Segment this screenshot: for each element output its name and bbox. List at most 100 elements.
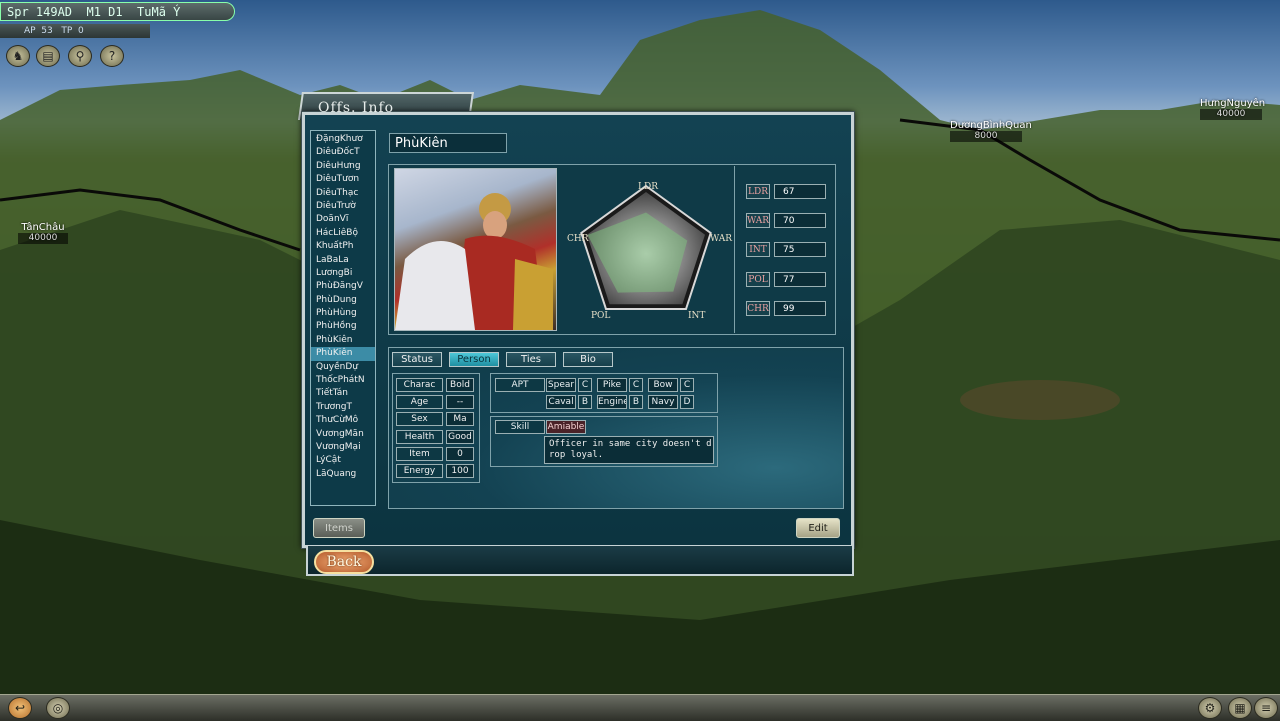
officer-list-item[interactable]: ThốcPhátN (311, 374, 375, 387)
officer-list-item[interactable]: PhùHùng (311, 307, 375, 320)
region-name: HưngNguyên (1200, 98, 1266, 109)
stat-value: 75 (774, 242, 826, 257)
stat-key: WAR (746, 213, 770, 228)
officer-list[interactable]: ĐặngKhươ DiêuĐốcT DiêuHưng DiêuTươn DiêuThạc… (310, 130, 376, 506)
officer-list-item[interactable]: DiêuThạc (311, 187, 375, 200)
pentagon-label-chr: CHR (567, 234, 589, 244)
apt-weapon-spear: Spear (546, 378, 576, 392)
stat-value: 77 (774, 272, 826, 287)
attr-value-charac: Bold (446, 378, 474, 392)
officer-list-item[interactable]: DiêuHưng (311, 160, 375, 173)
officer-list-item[interactable]: LãQuang (311, 468, 375, 481)
officer-list-item[interactable]: PhùKiên (311, 347, 375, 361)
region-name: DươngBìnhQuan (950, 120, 1032, 131)
region-label-hungnguyen[interactable]: HưngNguyên 40000 (1200, 98, 1266, 120)
officer-list-item[interactable]: PhùKiên (311, 334, 375, 347)
region-label-tanchau[interactable]: TânChâu 40000 (18, 222, 68, 244)
apt-grade-pike: C (629, 378, 643, 392)
officer-list-item[interactable]: DiêuTrườ (311, 200, 375, 213)
officer-list-item[interactable]: ThưCừMô (311, 414, 375, 427)
attr-value-item: 0 (446, 447, 474, 461)
attr-key-item: Item (396, 447, 443, 461)
pentagon-label-ldr: LDR (638, 182, 658, 192)
officer-portrait (394, 168, 557, 331)
stat-value: 99 (774, 301, 826, 316)
officer-list-item[interactable]: LýCật (311, 454, 375, 467)
officer-list-item[interactable]: PhùHồng (311, 320, 375, 333)
attr-value-sex: Ma (446, 412, 474, 426)
region-value: 40000 (18, 233, 68, 244)
region-label-duongbinhquan[interactable]: DươngBìnhQuan 8000 (950, 120, 1032, 142)
help-icon[interactable]: ? (100, 45, 124, 67)
officer-list-item[interactable]: TiếtTán (311, 387, 375, 400)
minimap-icon[interactable]: ◎ (46, 697, 70, 719)
divider (734, 166, 735, 333)
officer-list-item[interactable]: KhuấtPh (311, 240, 375, 253)
attr-value-health: Good (446, 430, 474, 444)
skill-label: Skill (495, 420, 545, 434)
officer-list-item[interactable]: PhùĐăngV (311, 280, 375, 293)
officer-list-item[interactable]: VươngMại (311, 441, 375, 454)
stat-int: INT 75 (746, 242, 826, 257)
officer-list-item[interactable]: LươngBi (311, 267, 375, 280)
attr-value-age: -- (446, 395, 474, 409)
tab-ties[interactable]: Ties (506, 352, 556, 367)
tab-bio[interactable]: Bio (563, 352, 613, 367)
edit-button[interactable]: Edit (796, 518, 840, 538)
officer-list-item[interactable]: PhùDung (311, 294, 375, 307)
bottom-toolbar (0, 694, 1280, 721)
tab-person[interactable]: Person (449, 352, 499, 367)
options-icon[interactable]: ⚙ (1198, 697, 1222, 719)
officer-list-item[interactable]: QuyềnDự (311, 361, 375, 374)
region-value: 8000 (950, 131, 1022, 142)
log-icon[interactable]: ▦ (1228, 697, 1252, 719)
stat-key: CHR (746, 301, 770, 316)
tab-status[interactable]: Status (392, 352, 442, 367)
ap-tp-bar: AP 53 TP 0 (0, 24, 150, 38)
pentagon-label-war: WAR (710, 234, 733, 244)
items-button[interactable]: Items (313, 518, 365, 538)
region-name: TânChâu (21, 222, 65, 233)
apt-weapon-bow: Bow (648, 378, 678, 392)
officer-list-item[interactable]: VươngMãn (311, 428, 375, 441)
officer-list-item[interactable]: TrươngT (311, 401, 375, 414)
attr-key-sex: Sex (396, 412, 443, 426)
stat-ldr: LDR 67 (746, 184, 826, 199)
officer-list-item[interactable]: DiêuTươn (311, 173, 375, 186)
attr-key-energy: Energy (396, 464, 443, 478)
back-rail (306, 546, 854, 576)
scroll-icon[interactable]: ▤ (36, 45, 60, 67)
attr-value-energy: 100 (446, 464, 474, 478)
pentagon-label-int: INT (688, 311, 706, 321)
stat-value: 70 (774, 213, 826, 228)
back-button[interactable]: Back (314, 550, 374, 574)
skill-description: Officer in same city doesn't d rop loyal… (544, 436, 714, 464)
stat-pol: POL 77 (746, 272, 826, 287)
menu-icon[interactable]: ≡ (1254, 697, 1278, 719)
apt-grade-spear: C (578, 378, 592, 392)
apt-label: APT (495, 378, 545, 392)
apt-grade-caval: B (578, 395, 592, 409)
officer-name: PhùKiên (389, 133, 507, 153)
apt-weapon-caval: Caval (546, 395, 576, 409)
pentagon-label-pol: POL (591, 311, 611, 321)
panel-title: Offs. Info (318, 100, 395, 116)
attr-key-age: Age (396, 395, 443, 409)
officer-list-item[interactable]: DoãnVĩ (311, 213, 375, 226)
apt-weapon-engine: Engine (597, 395, 627, 409)
officer-list-item[interactable]: HácLiêBộ (311, 227, 375, 240)
horse-icon[interactable]: ♞ (6, 45, 30, 67)
officer-list-item[interactable]: LaBaLa (311, 254, 375, 267)
stat-key: POL (746, 272, 770, 287)
date-bar: Spr 149AD M1 D1 TuMã Ý (0, 2, 235, 21)
stat-war: WAR 70 (746, 213, 826, 228)
officer-list-item[interactable]: DiêuĐốcT (311, 146, 375, 159)
attr-key-charac: Charac (396, 378, 443, 392)
return-arrow-icon[interactable]: ↩ (8, 697, 32, 719)
attr-key-health: Health (396, 430, 443, 444)
skill-name[interactable]: Amiable (546, 420, 586, 434)
officer-list-item[interactable]: ĐặngKhươ (311, 133, 375, 146)
apt-grade-engine: B (629, 395, 643, 409)
apt-grade-navy: D (680, 395, 694, 409)
magnifier-icon[interactable]: ⚲ (68, 45, 92, 67)
